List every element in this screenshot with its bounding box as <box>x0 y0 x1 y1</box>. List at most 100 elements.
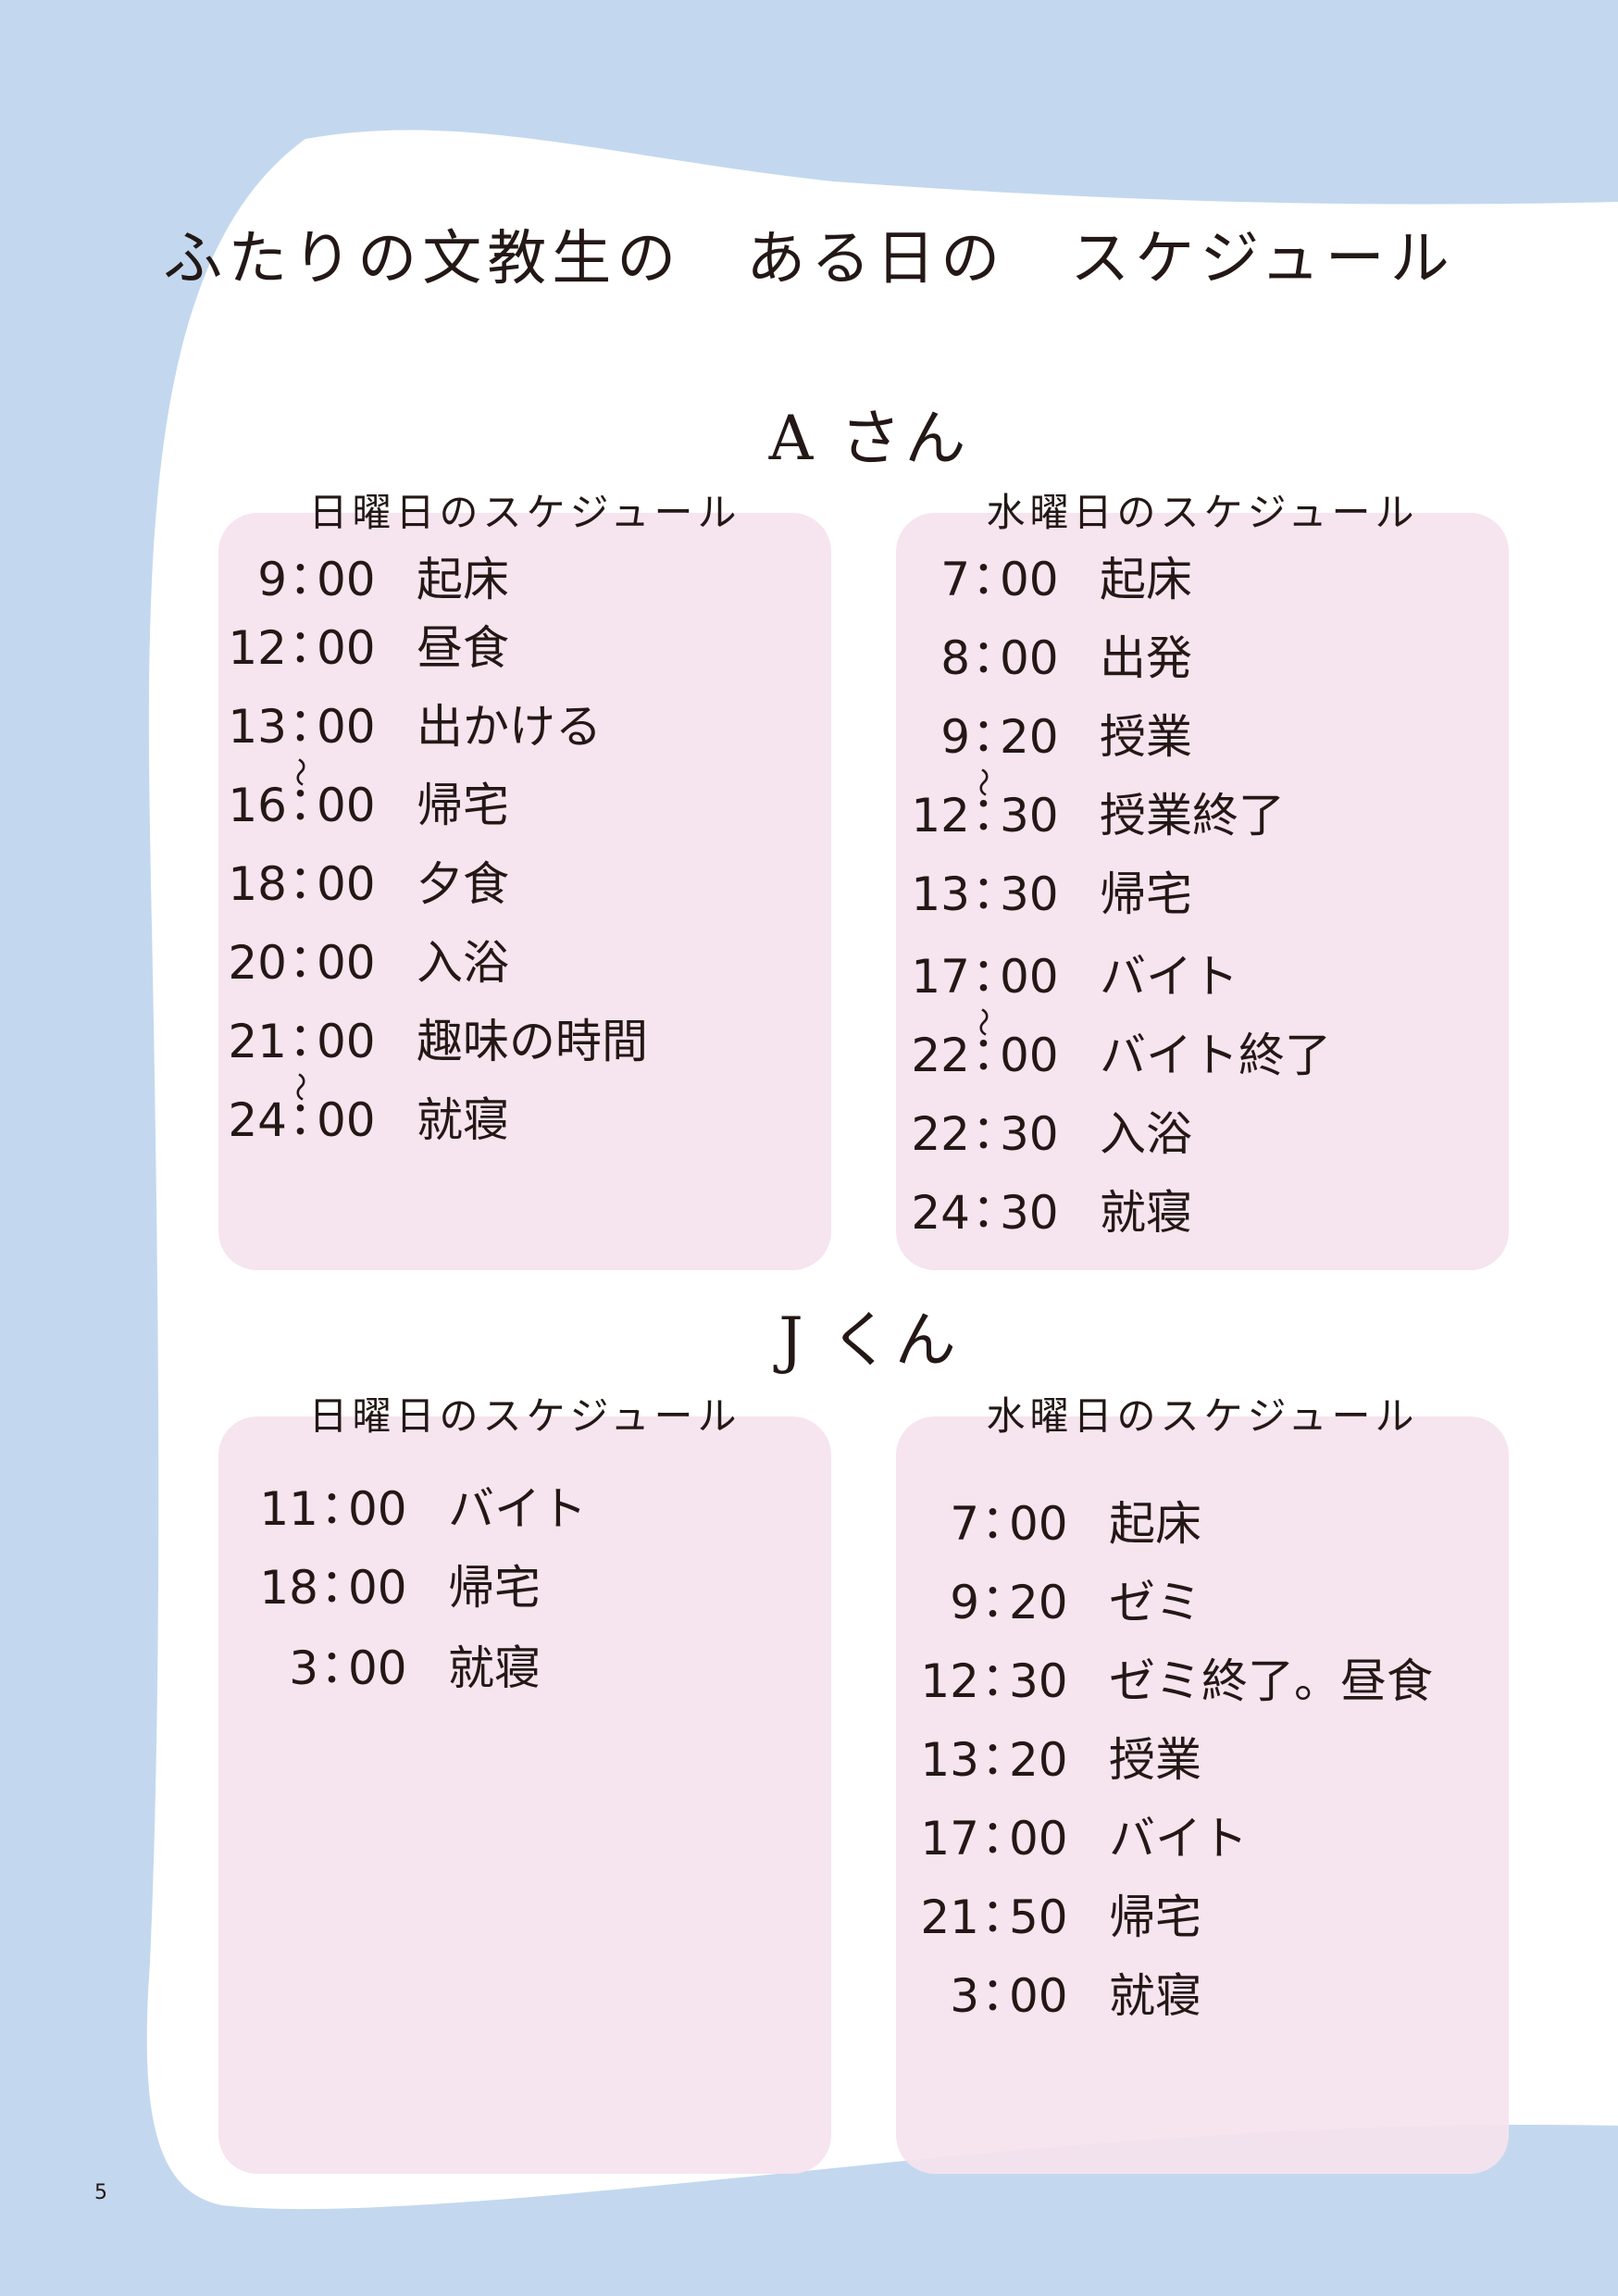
time-hour: 13 <box>228 700 287 754</box>
schedule-time: 9： 20 <box>911 707 1059 767</box>
time-range-mark: ～ <box>282 757 317 788</box>
time-minute: 00 <box>1009 1969 1068 2023</box>
schedule-activity: ゼミ終了。昼食 <box>1109 1654 1433 1708</box>
time-hour: 11 <box>259 1482 318 1536</box>
schedule-activity: 帰宅 <box>1109 1890 1201 1944</box>
schedule-row: 22： 30 入浴 <box>911 1104 1466 1164</box>
time-minute: 30 <box>1000 867 1059 921</box>
time-hour: 22 <box>911 1107 970 1161</box>
schedule-activity: 夕食 <box>417 857 509 911</box>
time-colon: ： <box>972 630 1018 683</box>
schedule-activity: 起床 <box>1109 1497 1201 1551</box>
time-minute: 00 <box>1009 1497 1068 1551</box>
time-hour: 24 <box>228 1093 287 1147</box>
time-colon: ： <box>289 551 335 605</box>
schedule-activity: 帰宅 <box>448 1561 541 1615</box>
schedule-activity: バイト <box>1109 1812 1248 1866</box>
page-title: ふたりの文教生の ある日の スケジュール <box>163 225 1455 293</box>
schedule-time: 21： 50 <box>920 1888 1068 1947</box>
time-hour: 12 <box>911 789 970 842</box>
schedule-activity: 授業 <box>1109 1733 1201 1787</box>
time-colon: ： <box>981 1495 1027 1549</box>
time-minute: 00 <box>317 553 376 606</box>
schedule-time: 18： 00 <box>228 855 376 914</box>
time-colon: ： <box>320 1640 367 1693</box>
schedule-row: 7： 00 起床 <box>920 1494 1475 1554</box>
page-number: 5 <box>94 2181 107 2204</box>
schedule-row: 7： 00 起床 <box>911 550 1466 609</box>
time-hour: 18 <box>259 1561 318 1615</box>
time-colon: ： <box>289 619 335 673</box>
time-colon: ： <box>981 1731 1027 1785</box>
schedule-row: 20： 00 入浴 <box>228 933 783 992</box>
time-colon: ： <box>972 1105 1018 1159</box>
time-hour: 13 <box>911 867 970 921</box>
schedule-row: 3： 00 就寝 <box>920 1966 1475 2026</box>
time-minute: 00 <box>317 936 376 990</box>
schedule-row: 17： 00 バイト <box>911 947 1466 1006</box>
card-title: 水曜日のスケジュール <box>986 1393 1419 1439</box>
schedule-row: 21： 00 趣味の時間 <box>228 1012 783 1071</box>
time-minute: 00 <box>1000 950 1059 1004</box>
schedule-time: 12： 00 <box>228 618 376 678</box>
time-hour: 12 <box>920 1654 979 1708</box>
time-hour: 16 <box>228 779 287 832</box>
time-colon: ： <box>972 708 1018 762</box>
time-hour: 17 <box>911 950 970 1004</box>
schedule-time: 9： 00 <box>228 550 376 609</box>
schedule-row: 9： 20 ゼミ <box>920 1573 1475 1632</box>
time-colon: ： <box>981 1889 1027 1942</box>
time-minute: 00 <box>317 700 376 754</box>
time-hour: 20 <box>228 936 287 990</box>
time-minute: 00 <box>317 779 376 832</box>
schedule-activity: 授業 <box>1100 710 1192 764</box>
time-hour: 17 <box>920 1812 979 1866</box>
schedule-row: 13： 00 出かける <box>228 697 783 756</box>
schedule-activity: 就寝 <box>417 1093 509 1147</box>
schedule-time: 13： 30 <box>911 865 1059 924</box>
time-colon: ： <box>289 934 335 988</box>
schedule-time: 21： 00 <box>228 1012 376 1071</box>
schedule-time: 11： 00 <box>259 1479 407 1539</box>
time-minute: 00 <box>317 1093 376 1147</box>
time-hour: 21 <box>920 1890 979 1944</box>
time-minute: 00 <box>348 1482 407 1536</box>
schedule-time: 3： 00 <box>259 1639 407 1698</box>
time-colon: ： <box>981 1653 1027 1706</box>
time-colon: ： <box>972 551 1018 605</box>
schedule-time: 17： 00 <box>920 1809 1068 1868</box>
time-colon: ： <box>289 1013 335 1067</box>
time-hour: 7 <box>950 1497 979 1551</box>
schedule-time: 8： 00 <box>911 629 1059 688</box>
time-minute: 20 <box>1009 1733 1068 1787</box>
time-minute: 30 <box>1000 789 1059 842</box>
schedule-activity: 帰宅 <box>417 779 509 832</box>
time-colon: ： <box>972 948 1018 1002</box>
time-hour: 9 <box>257 553 287 606</box>
schedule-row: 9： 00 起床 <box>228 550 783 609</box>
schedule-time: 12： 30 <box>920 1652 1068 1711</box>
time-hour: 9 <box>940 710 970 764</box>
time-minute: 30 <box>1000 1186 1059 1240</box>
schedule-time: 7： 00 <box>920 1494 1068 1554</box>
schedule-time: 13： 20 <box>920 1730 1068 1790</box>
schedule-activity: 起床 <box>417 553 509 606</box>
time-hour: 21 <box>228 1015 287 1068</box>
time-minute: 00 <box>1009 1812 1068 1866</box>
time-range-mark: ～ <box>965 1007 1001 1038</box>
schedule-row: 12： 30 ゼミ終了。昼食 <box>920 1652 1475 1711</box>
time-colon: ： <box>981 1574 1027 1628</box>
time-hour: 13 <box>920 1733 979 1787</box>
time-minute: 00 <box>317 857 376 911</box>
schedule-row: 3： 00 就寝 <box>259 1639 815 1698</box>
schedule-row: 9： 20 授業 <box>911 707 1466 767</box>
schedule-time: 20： 00 <box>228 933 376 992</box>
schedule-time: 18： 00 <box>259 1558 407 1617</box>
time-colon: ： <box>320 1559 367 1613</box>
schedule-activity: 出発 <box>1100 631 1192 685</box>
time-minute: 00 <box>1000 631 1059 685</box>
schedule-activity: 入浴 <box>1100 1107 1192 1161</box>
time-colon: ： <box>320 1480 367 1534</box>
schedule-row: 11： 00 バイト <box>259 1479 815 1539</box>
time-colon: ： <box>981 1810 1027 1864</box>
